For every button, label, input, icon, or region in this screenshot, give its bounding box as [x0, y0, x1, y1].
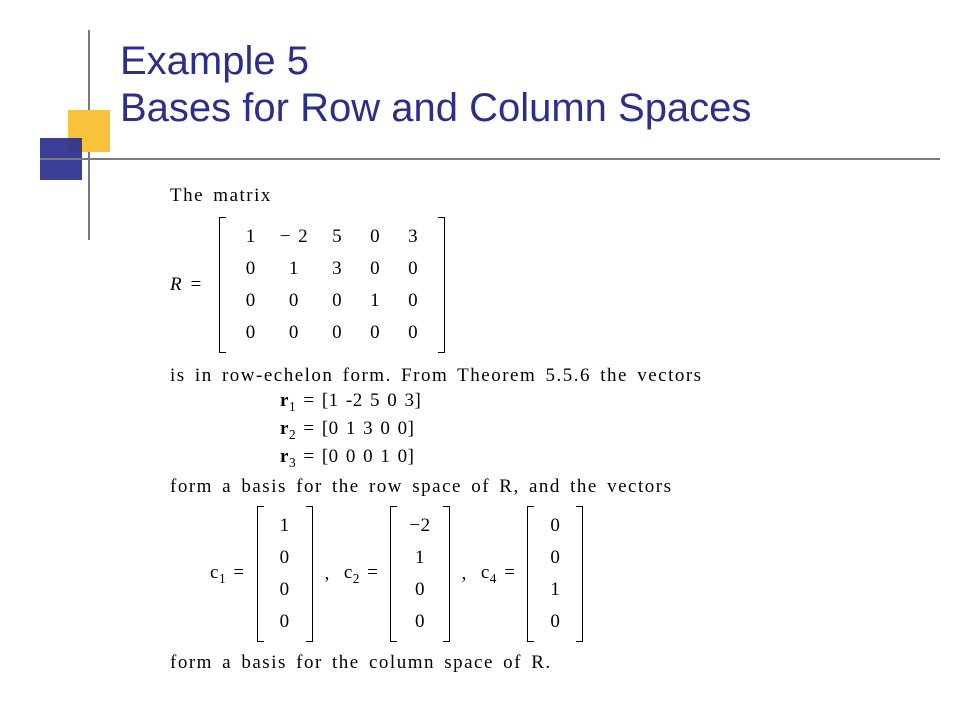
slide-body: The matrix R = 1− 2503 01300 00010 00000…: [170, 185, 890, 674]
square-blue-icon: [40, 138, 82, 180]
slide: Example 5 Bases for Row and Column Space…: [0, 0, 960, 720]
row-vector-1: r1 = [1 -2 5 0 3]: [170, 390, 890, 415]
matrix-R: 1− 2503 01300 00010 00000: [219, 217, 445, 353]
row-vector-3: r3 = [0 0 0 1 0]: [170, 446, 890, 471]
column-vectors: c1 = 1 0 0 0 , c2 = −2 1 0: [210, 502, 890, 646]
matrix-R-row: R = 1− 2503 01300 00010 00000: [170, 213, 890, 357]
title-line-1: Example 5: [120, 38, 920, 85]
matrix-R-cells: 1− 2503 01300 00010 00000: [232, 221, 432, 349]
column-vector-c4: 0 0 1 0: [527, 506, 583, 642]
intro-text: The matrix: [170, 185, 890, 207]
square-yellow-icon: [68, 110, 110, 152]
matrix-R-label: R =: [170, 274, 203, 296]
row-echelon-text: is in row-echelon form. From Theorem 5.5…: [170, 365, 890, 387]
title-line-2: Bases for Row and Column Spaces: [120, 85, 920, 132]
column-basis-text: form a basis for the column space of R.: [170, 652, 890, 674]
row-vector-2: r2 = [0 1 3 0 0]: [170, 418, 890, 443]
slide-title: Example 5 Bases for Row and Column Space…: [120, 38, 920, 132]
column-vector-c1: 1 0 0 0: [257, 506, 313, 642]
column-vector-c2: −2 1 0 0: [390, 506, 449, 642]
row-basis-text: form a basis for the row space of R, and…: [170, 476, 890, 498]
